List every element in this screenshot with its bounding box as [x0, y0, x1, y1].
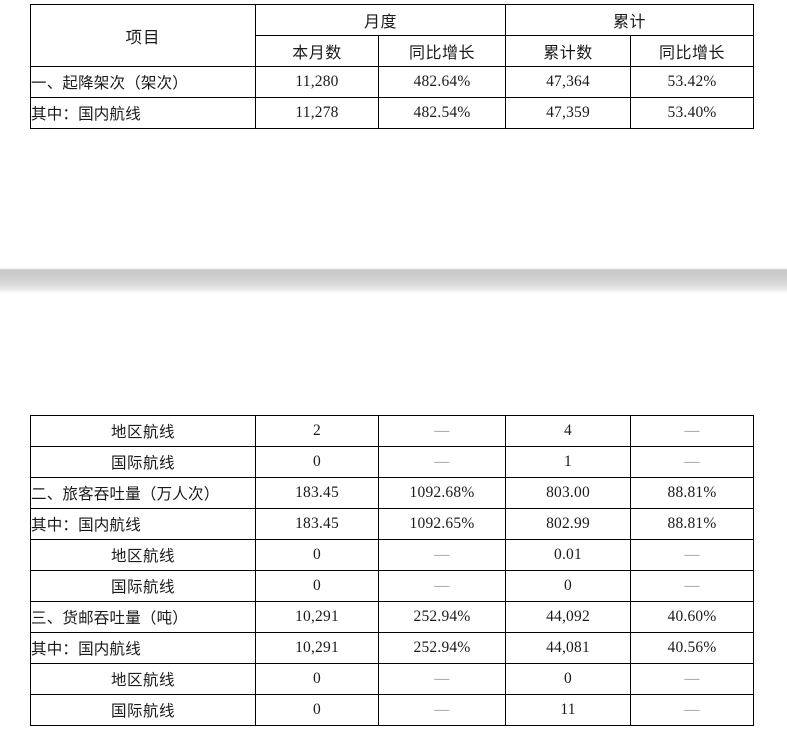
cell-monthly-growth: — [378, 446, 506, 478]
cell-cumulative-growth: — [630, 415, 754, 447]
row-label: 其中：国内航线 [30, 97, 256, 129]
table-row: 地区航线 0—0.01— [30, 539, 754, 571]
cell-monthly-value: 2 [255, 415, 379, 447]
cell-monthly-value: 11,278 [255, 97, 379, 129]
cell-cumulative-growth: 53.40% [630, 97, 755, 129]
cell-cumulative-value: 47,364 [505, 66, 632, 98]
row-label: 地区航线 [30, 539, 256, 571]
cell-cumulative-growth: — [630, 539, 754, 571]
cell-cumulative-growth: 40.60% [630, 601, 754, 633]
cell-cumulative-value: 803.00 [505, 477, 631, 509]
row-label: 国际航线 [30, 446, 256, 478]
table-row: 其中：国内航线 11,278 482.54% 47,359 53.40% [30, 97, 755, 129]
cell-monthly-growth: — [378, 663, 506, 695]
cell-cumulative-growth: — [630, 446, 754, 478]
cell-monthly-value: 0 [255, 570, 379, 602]
cell-monthly-value: 183.45 [255, 477, 379, 509]
cell-cumulative-value: 802.99 [505, 508, 631, 540]
row-label: 其中：国内航线 [30, 508, 256, 540]
page-break-separator [0, 268, 787, 293]
table-row: 三、货邮吞吐量（吨） 10,291 252.94% 44,092 40.60% [30, 601, 754, 633]
row-label: 国际航线 [30, 694, 256, 726]
row-label: 国际航线 [30, 570, 256, 602]
table-row: 地区航线 2—4— [30, 415, 754, 447]
header-cumulative-growth: 同比增长 [630, 35, 755, 67]
table-body-top: 一、起降架次（架次） 11,280 482.64% 47,364 53.42% 其中：国内… [30, 66, 755, 129]
cell-monthly-growth: — [378, 539, 506, 571]
cell-cumulative-value: 47,359 [505, 97, 632, 129]
cell-cumulative-value: 4 [505, 415, 631, 447]
header-monthly-growth: 同比增长 [377, 35, 507, 67]
cell-monthly-growth: 482.54% [377, 97, 507, 129]
cell-cumulative-growth: 88.81% [630, 508, 754, 540]
cell-monthly-value: 0 [255, 694, 379, 726]
table-header: 项目 月度 累计 本月数 同比增长 累计数 同比增长 [30, 4, 755, 67]
cell-cumulative-growth: 40.56% [630, 632, 754, 664]
cell-monthly-value: 10,291 [255, 632, 379, 664]
cell-cumulative-growth: — [630, 694, 754, 726]
cell-cumulative-value: 1 [505, 446, 631, 478]
table-row: 国际航线 0—1— [30, 446, 754, 478]
row-label: 三、货邮吞吐量（吨） [30, 601, 256, 633]
table-row: 二、旅客吞吐量（万人次） 183.45 1092.68% 803.00 88.81% [30, 477, 754, 509]
cell-monthly-value: 11,280 [255, 66, 379, 98]
row-label: 地区航线 [30, 663, 256, 695]
traffic-statistics-table-bottom: 地区航线 2—4— 国际航线 0—1— 二、旅客吞吐量（万人次） 183.45 1092.6… [30, 415, 754, 726]
table-row: 其中：国内航线 183.45 1092.65% 802.99 88.81% [30, 508, 754, 540]
header-cumulative-value: 累计数 [505, 35, 632, 67]
cell-monthly-value: 10,291 [255, 601, 379, 633]
cell-monthly-growth: — [378, 415, 506, 447]
header-cumulative-group: 累计 [505, 4, 755, 36]
cell-monthly-growth: 482.64% [377, 66, 507, 98]
cell-cumulative-value: 11 [505, 694, 631, 726]
cell-monthly-value: 0 [255, 663, 379, 695]
cell-monthly-value: 183.45 [255, 508, 379, 540]
cell-cumulative-growth: — [630, 570, 754, 602]
cell-monthly-growth: — [378, 694, 506, 726]
table-row: 地区航线 0—0— [30, 663, 754, 695]
cell-cumulative-value: 44,081 [505, 632, 631, 664]
table-row: 国际航线 0—0— [30, 570, 754, 602]
cell-monthly-value: 0 [255, 446, 379, 478]
row-label: 二、旅客吞吐量（万人次） [30, 477, 256, 509]
header-monthly-value: 本月数 [255, 35, 379, 67]
cell-cumulative-value: 0 [505, 570, 631, 602]
row-label: 其中：国内航线 [30, 632, 256, 664]
cell-cumulative-value: 0.01 [505, 539, 631, 571]
cell-monthly-growth: 252.94% [378, 632, 506, 664]
cell-cumulative-growth: 53.42% [630, 66, 755, 98]
cell-monthly-growth: 1092.65% [378, 508, 506, 540]
row-label: 地区航线 [30, 415, 256, 447]
cell-monthly-growth: 252.94% [378, 601, 506, 633]
cell-monthly-growth: 1092.68% [378, 477, 506, 509]
cell-cumulative-growth: — [630, 663, 754, 695]
header-item: 项目 [30, 4, 256, 67]
cell-monthly-growth: — [378, 570, 506, 602]
table-row: 国际航线 0—11— [30, 694, 754, 726]
table-row: 其中：国内航线 10,291 252.94% 44,081 40.56% [30, 632, 754, 664]
header-monthly-group: 月度 [254, 4, 507, 36]
table-body-bottom: 地区航线 2—4— 国际航线 0—1— 二、旅客吞吐量（万人次） 183.45 1092.6… [30, 415, 754, 726]
traffic-statistics-table-top: 项目 月度 累计 本月数 同比增长 累计数 同比增长 一、起降架次（架次） 11,… [30, 4, 755, 129]
row-label: 一、起降架次（架次） [30, 66, 256, 98]
table-row: 一、起降架次（架次） 11,280 482.64% 47,364 53.42% [30, 66, 755, 98]
table-header-row-group: 项目 月度 累计 [30, 4, 755, 67]
cell-cumulative-growth: 88.81% [630, 477, 754, 509]
cell-cumulative-value: 44,092 [505, 601, 631, 633]
cell-cumulative-value: 0 [505, 663, 631, 695]
cell-monthly-value: 0 [255, 539, 379, 571]
